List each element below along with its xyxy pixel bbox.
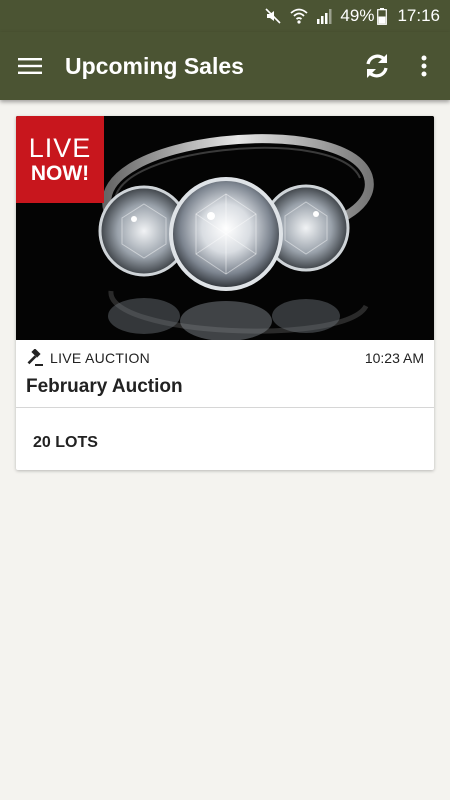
app-bar: Upcoming Sales: [0, 32, 450, 100]
sale-info: LIVE AUCTION 10:23 AM February Auction: [16, 340, 434, 408]
badge-now-label: NOW!: [30, 161, 90, 185]
badge-live-label: LIVE: [28, 132, 92, 163]
clock: 17:16: [397, 6, 440, 25]
sale-type-row: LIVE AUCTION 10:23 AM: [26, 348, 424, 368]
sale-image[interactable]: LIVE NOW!: [16, 116, 434, 340]
live-now-badge: LIVE NOW!: [16, 116, 104, 203]
sale-card[interactable]: LIVE NOW! LIVE AUCTION 10:23 AM February…: [16, 116, 434, 470]
sale-title[interactable]: February Auction: [26, 376, 183, 398]
status-bar: 49% 17:16: [0, 0, 450, 32]
lot-count[interactable]: 20 LOTS: [33, 434, 98, 452]
battery-percentage: 49%: [340, 6, 375, 25]
sale-type-label: LIVE AUCTION: [50, 350, 151, 366]
signal-icon: [316, 7, 332, 25]
menu-icon: [18, 58, 42, 74]
refresh-icon: [366, 54, 388, 78]
wifi-icon: [290, 7, 309, 25]
menu-button[interactable]: [0, 32, 60, 100]
mute-icon: [264, 7, 282, 25]
overflow-menu-button[interactable]: [402, 32, 446, 100]
refresh-button[interactable]: [352, 32, 402, 100]
battery-icon: [377, 7, 388, 25]
page-title: Upcoming Sales: [65, 52, 244, 79]
gavel-icon: [26, 349, 44, 367]
sale-time: 10:23 AM: [364, 350, 424, 366]
overflow-icon: [421, 55, 427, 77]
